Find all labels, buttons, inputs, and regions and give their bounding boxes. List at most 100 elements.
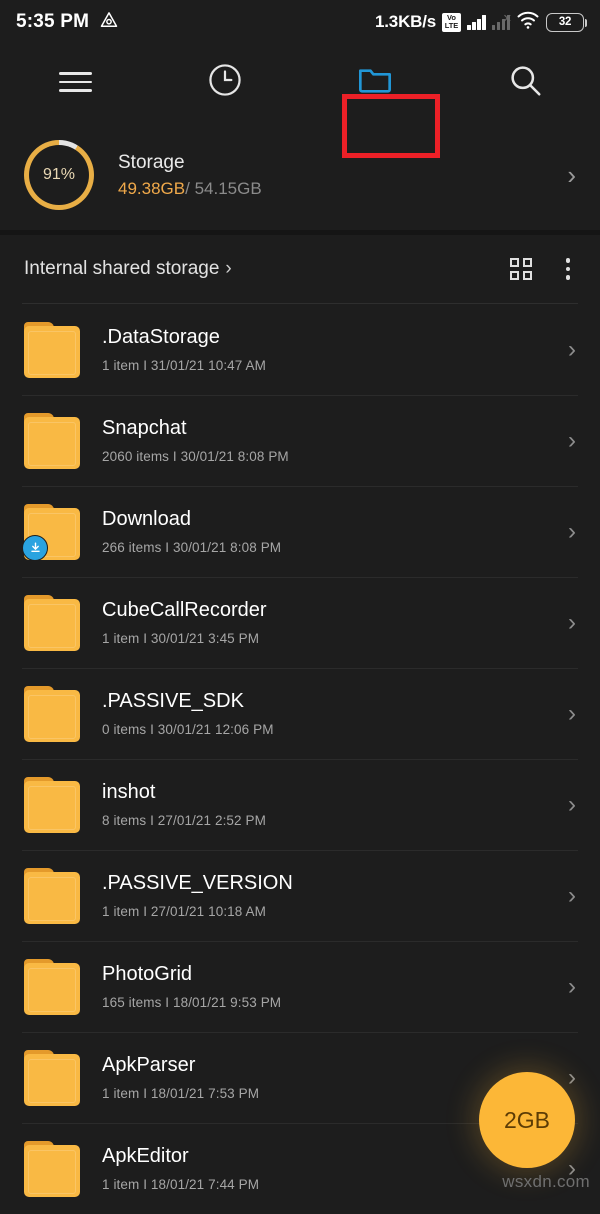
download-badge-icon <box>22 534 48 561</box>
storage-summary-card[interactable]: 91% Storage 49.38GB/ 54.15GB › <box>0 120 600 230</box>
chevron-right-icon: › <box>568 790 576 818</box>
file-meta: 1 item I 18/01/21 7:44 PM <box>102 1177 260 1192</box>
folder-icon <box>24 412 80 469</box>
chevron-right-icon: › <box>568 1063 576 1091</box>
file-name: ApkParser <box>102 1054 196 1076</box>
file-row[interactable]: .DataStorage 1 item I 31/01/21 10:47 AM › <box>0 304 600 395</box>
chevron-right-icon: › <box>568 972 576 1000</box>
chevron-right-icon: › <box>568 608 576 636</box>
storage-sizes: 49.38GB/ 54.15GB <box>118 179 262 199</box>
file-name: inshot <box>102 781 156 803</box>
file-name: ApkEditor <box>102 1145 189 1167</box>
file-name: .DataStorage <box>102 326 220 348</box>
battery-icon: 32 <box>546 12 587 32</box>
file-row-text: Snapchat 2060 items I 30/01/21 8:08 PM <box>102 417 289 464</box>
file-meta: 165 items I 18/01/21 9:53 PM <box>102 995 282 1010</box>
file-row[interactable]: .PASSIVE_SDK 0 items I 30/01/21 12:06 PM › <box>0 668 600 759</box>
folder-icon <box>22 503 80 561</box>
breadcrumb-bar: Internal shared storage › <box>0 235 600 303</box>
storage-text-block: Storage 49.38GB/ 54.15GB <box>118 152 262 199</box>
file-name: .PASSIVE_SDK <box>102 690 244 712</box>
file-name: PhotoGrid <box>102 963 193 985</box>
tab-files[interactable] <box>300 44 450 120</box>
file-name: .PASSIVE_VERSION <box>102 872 293 894</box>
file-row-text: .DataStorage 1 item I 31/01/21 10:47 AM <box>102 326 266 373</box>
folder-icon <box>24 867 80 924</box>
menu-button[interactable] <box>0 44 150 120</box>
folder-icon <box>24 321 80 378</box>
search-button[interactable] <box>450 44 600 120</box>
file-meta: 8 items I 27/01/21 2:52 PM <box>102 813 266 828</box>
file-row[interactable]: Snapchat 2060 items I 30/01/21 8:08 PM › <box>0 395 600 486</box>
status-time: 5:35 PM <box>16 11 90 32</box>
storage-total-value: 54.15GB <box>194 178 262 198</box>
watermark: wsxdn.com <box>502 1172 590 1191</box>
volte-icon: Vo LTE <box>442 12 461 32</box>
file-row-text: Download 266 items I 30/01/21 8:08 PM <box>102 508 281 555</box>
grid-view-icon[interactable] <box>509 258 532 280</box>
folder-icon <box>24 776 80 833</box>
file-row[interactable]: PhotoGrid 165 items I 18/01/21 9:53 PM › <box>0 941 600 1032</box>
storage-used-value: 49.38GB <box>118 178 186 198</box>
file-row-text: CubeCallRecorder 1 item I 30/01/21 3:45 P… <box>102 599 267 646</box>
file-row[interactable]: Download 266 items I 30/01/21 8:08 PM › <box>0 486 600 577</box>
triangle-alert-icon <box>99 10 119 35</box>
folder-icon <box>24 958 80 1015</box>
status-bar-left: 5:35 PM <box>16 10 119 35</box>
storage-chevron-icon: › <box>567 160 576 190</box>
breadcrumb-internal-shared-storage[interactable]: Internal shared storage › <box>24 258 232 280</box>
file-row[interactable]: CubeCallRecorder 1 item I 30/01/21 3:45 P… <box>0 577 600 668</box>
chevron-right-icon: › <box>568 699 576 727</box>
chevron-right-icon: › <box>568 881 576 909</box>
file-meta: 266 items I 30/01/21 8:08 PM <box>102 540 282 555</box>
folder-icon <box>355 60 395 105</box>
file-row[interactable]: inshot 8 items I 27/01/21 2:52 PM › <box>0 759 600 850</box>
file-name: Download <box>102 508 191 530</box>
file-row-text: inshot 8 items I 27/01/21 2:52 PM <box>102 781 266 828</box>
storage-title: Storage <box>118 151 185 173</box>
breadcrumb-label: Internal shared storage <box>24 258 220 279</box>
volte-bottom: LTE <box>444 21 459 30</box>
fab-label: 2GB <box>503 1106 551 1133</box>
folder-icon <box>24 1140 80 1197</box>
battery-level-text: 32 <box>558 16 572 28</box>
file-meta: 1 item I 31/01/21 10:47 AM <box>102 358 266 373</box>
file-meta: 1 item I 18/01/21 7:53 PM <box>102 1086 260 1101</box>
search-icon <box>506 61 544 104</box>
chevron-right-icon: › <box>568 426 576 454</box>
file-row-text: .PASSIVE_VERSION 1 item I 27/01/21 10:18 … <box>102 872 293 919</box>
breadcrumb-actions <box>509 256 577 282</box>
top-toolbar <box>0 44 600 158</box>
hamburger-menu-icon <box>58 72 92 92</box>
status-bar: 5:35 PM 1.3KB/s Vo LTE ✕ 32 <box>0 0 600 44</box>
recent-tab[interactable] <box>150 44 300 120</box>
folder-icon <box>24 594 80 651</box>
file-row-text: ApkEditor 1 item I 18/01/21 7:44 PM <box>102 1145 259 1192</box>
signal-bars-sim2-icon: ✕ <box>491 14 512 30</box>
file-name: Snapchat <box>102 417 187 439</box>
chevron-right-icon: › <box>225 258 232 279</box>
file-meta: 1 item I 27/01/21 10:18 AM <box>102 904 266 919</box>
chevron-right-icon: › <box>568 335 576 363</box>
wifi-icon <box>516 10 540 35</box>
more-vertical-icon[interactable] <box>560 256 577 282</box>
network-speed-text: 1.3KB/s <box>375 12 436 31</box>
folder-icon <box>24 1049 80 1106</box>
file-row-text: .PASSIVE_SDK 0 items I 30/01/21 12:06 PM <box>102 690 274 737</box>
chevron-right-icon: › <box>568 517 576 545</box>
file-meta: 1 item I 30/01/21 3:45 PM <box>102 631 260 646</box>
file-meta: 0 items I 30/01/21 12:06 PM <box>102 722 274 737</box>
storage-progress-ring: 91% <box>24 140 94 210</box>
file-meta: 2060 items I 30/01/21 8:08 PM <box>102 449 289 464</box>
file-row-text: ApkParser 1 item I 18/01/21 7:53 PM <box>102 1054 259 1101</box>
signal-bars-sim1-icon <box>467 14 486 30</box>
storage-percent-label: 91% <box>42 166 76 183</box>
file-row-text: PhotoGrid 165 items I 18/01/21 9:53 PM <box>102 963 281 1010</box>
file-name: CubeCallRecorder <box>102 599 267 621</box>
clock-recent-icon <box>206 61 244 104</box>
file-row[interactable]: .PASSIVE_VERSION 1 item I 27/01/21 10:18 … <box>0 850 600 941</box>
folder-icon <box>24 685 80 742</box>
status-bar-right: 1.3KB/s Vo LTE ✕ 32 <box>375 10 587 35</box>
storage-size-separator: / <box>185 178 195 198</box>
storage-cleanup-fab[interactable]: 2GB <box>479 1072 575 1168</box>
